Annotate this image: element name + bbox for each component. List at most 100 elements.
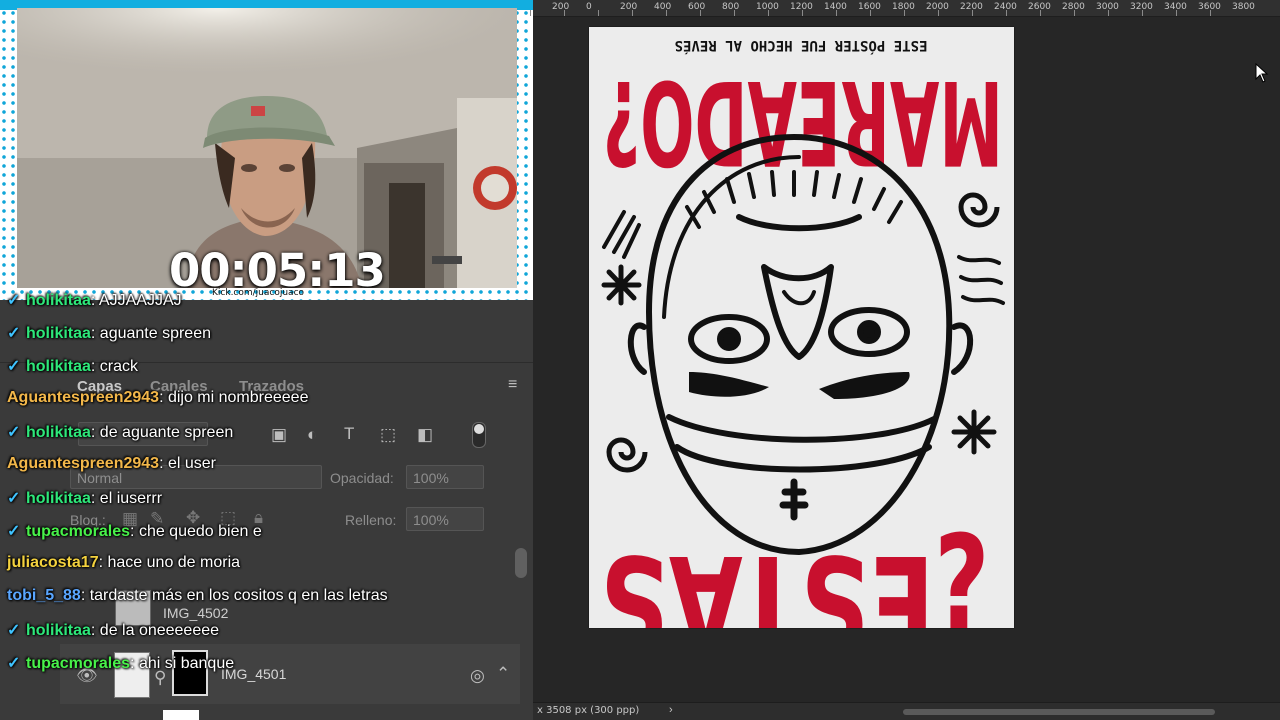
ruler-tick (836, 10, 837, 16)
chat-text: che quedo bien e (138, 523, 262, 540)
ruler-tick (632, 10, 633, 16)
chat-separator: : (130, 523, 139, 540)
ruler-tick (734, 10, 735, 16)
ruler-label: 0 (586, 2, 592, 12)
ruler-tick (1176, 10, 1177, 16)
ruler-label: 600 (688, 2, 706, 12)
chat-separator: : (80, 587, 90, 604)
horizontal-ruler[interactable]: 200 0 200 400 600 800 1000 1200 1400 1600 1800 2000… (530, 0, 1280, 17)
chat-text: de la oneeeeeee (99, 622, 220, 639)
chat-username[interactable]: juliacosta17 (7, 554, 99, 571)
verified-badge-icon: ✓ (7, 523, 21, 540)
canvas-area[interactable]: 200 0 200 400 600 800 1000 1200 1400 1600 1800 2000… (530, 0, 1280, 720)
ruler-tick (564, 10, 565, 16)
ruler-tick (1210, 10, 1211, 16)
chat-text: de aguante spreen (99, 424, 234, 441)
ruler-tick (802, 10, 803, 16)
chat-text: AJJAAJJAJ (98, 292, 182, 309)
chat-username[interactable]: holikitaa (26, 424, 91, 441)
document-size-text: x 3508 px (300 ppp) (537, 705, 640, 716)
verified-badge-icon: ✓ (7, 622, 21, 639)
chat-username[interactable]: tupacmorales (26, 523, 130, 540)
ruler-tick (666, 10, 667, 16)
chat-overlay: ✓ holikitaa: AJJAAJJAJ ✓ holikitaa: aguante… (0, 288, 533, 720)
ruler-tick (768, 10, 769, 16)
ruler-label: 400 (654, 2, 672, 12)
ruler-tick (938, 10, 939, 16)
chat-message: ✓ holikitaa: aguante spreen (7, 323, 211, 343)
chat-text: tardaste más en los cositos q en las let… (89, 587, 388, 604)
chat-message: ✓ holikitaa: crack (7, 356, 138, 376)
chat-separator: : (159, 455, 168, 472)
ruler-tick (1040, 10, 1041, 16)
chat-separator: : (90, 292, 99, 309)
chat-username[interactable]: holikitaa (26, 358, 91, 375)
ruler-label: 200 (620, 2, 638, 12)
ruler-tick (870, 10, 871, 16)
ruler-tick (598, 10, 599, 16)
chat-text: crack (99, 358, 139, 375)
verified-badge-icon: ✓ (7, 325, 21, 342)
chat-separator: : (130, 655, 139, 672)
verified-badge-icon: ✓ (7, 655, 21, 672)
poster-hatching (602, 170, 1005, 305)
chat-message: ✓ tupacmorales: che quedo bien e (7, 521, 262, 541)
horizontal-scrollbar[interactable] (903, 709, 1215, 715)
status-bar: x 3508 px (300 ppp) › (533, 702, 1280, 720)
upside-down-face (627, 134, 974, 555)
ruler-tick (972, 10, 973, 16)
chat-text: dijo mi nombreeeee (167, 389, 309, 406)
chat-message: juliacosta17: hace uno de moria (7, 554, 240, 572)
chat-message: ✓ holikitaa: el iuserrr (7, 488, 162, 508)
chat-username[interactable]: holikitaa (26, 325, 91, 342)
mouse-cursor-icon (1255, 63, 1269, 83)
ruler-tick (530, 10, 531, 16)
chat-message: tobi_5_88: tardaste más en los cositos q… (7, 587, 388, 605)
poster-headline-top: MAREADO? (603, 54, 1003, 189)
chat-message: ✓ holikitaa: de aguante spreen (7, 422, 233, 442)
chat-separator: : (90, 424, 100, 441)
ruler-tick (700, 10, 701, 16)
chat-message: ✓ holikitaa: AJJAAJJAJ (7, 290, 182, 310)
verified-badge-icon: ✓ (7, 292, 21, 309)
poster-headline-bottom: ¿ESTÁS (600, 526, 990, 628)
chat-username[interactable]: tobi_5_88 (7, 587, 81, 604)
poster-eyebrows (689, 372, 910, 399)
chat-separator: : (159, 389, 168, 406)
chat-text: el iuserrr (99, 490, 163, 507)
chat-separator: : (90, 325, 100, 342)
ruler-tick (1006, 10, 1007, 16)
webcam-frame: 00:05:13 Kick.com/juacojuaco (0, 0, 533, 300)
status-menu-chevron-icon[interactable]: › (669, 704, 673, 716)
chat-message: Aguantespreen2943: dijo mi nombreeeee (7, 389, 308, 407)
chat-separator: : (90, 358, 100, 375)
verified-badge-icon: ✓ (7, 490, 21, 507)
chat-separator: : (90, 490, 100, 507)
ruler-tick (1074, 10, 1075, 16)
ruler-tick (1142, 10, 1143, 16)
chat-message: ✓ holikitaa: de la oneeeeeee (7, 620, 219, 640)
chat-username[interactable]: Aguantespreen2943 (7, 455, 159, 472)
chat-text: el user (167, 455, 216, 472)
chat-username[interactable]: holikitaa (26, 490, 91, 507)
poster-top-text: ESTE PÓSTER FUE HECHO AL REVÉS (675, 37, 928, 55)
stream-timer: 00:05:13 (169, 244, 386, 288)
ruler-label: 800 (722, 2, 740, 12)
chat-separator: : (98, 554, 108, 571)
ruler-label: 200 (552, 2, 570, 12)
webcam-feed: 00:05:13 (17, 8, 517, 288)
ruler-label: 3800 (1232, 2, 1255, 12)
chat-username[interactable]: holikitaa (26, 292, 91, 309)
chat-text: ahi si banque (138, 655, 235, 672)
ruler-tick (1108, 10, 1109, 16)
chat-text: hace uno de moria (107, 554, 241, 571)
poster-artwork: ESTE PÓSTER FUE HECHO AL REVÉS MAREADO? … (589, 27, 1014, 678)
chat-message: ✓ tupacmorales: ahi si banque (7, 653, 234, 673)
chat-username[interactable]: tupacmorales (26, 655, 130, 672)
verified-badge-icon: ✓ (7, 358, 21, 375)
poster-drawing: ESTE PÓSTER FUE HECHO AL REVÉS MAREADO? … (600, 37, 1005, 678)
chat-username[interactable]: Aguantespreen2943 (7, 389, 159, 406)
chat-username[interactable]: holikitaa (26, 622, 91, 639)
chat-message: Aguantespreen2943: el user (7, 455, 216, 473)
verified-badge-icon: ✓ (7, 424, 21, 441)
